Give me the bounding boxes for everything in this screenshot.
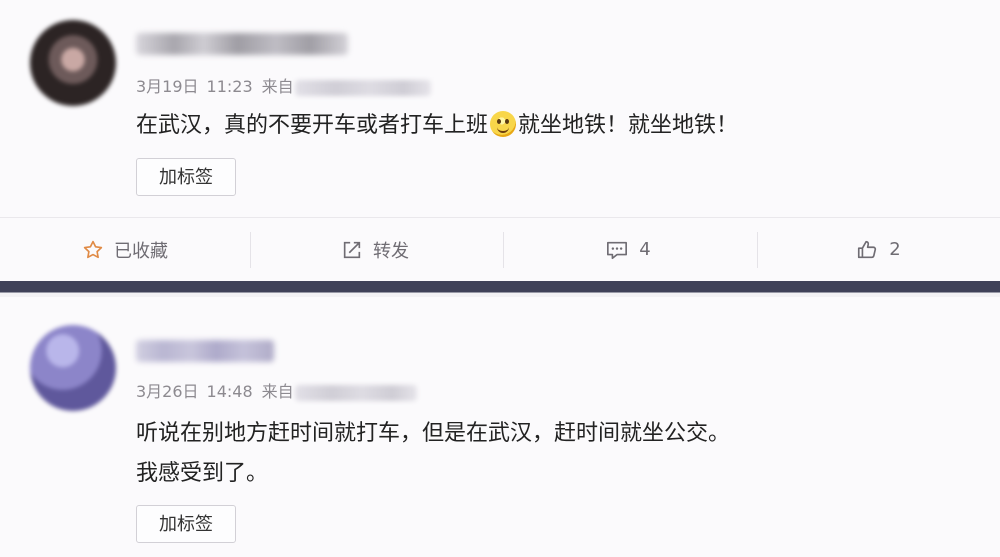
smile-emoji-icon [490,111,517,137]
section-separator [0,281,1000,297]
source-label: 来自 [261,77,294,96]
add-tag-button[interactable]: 加标签 [136,158,236,196]
star-outline-icon [82,239,104,261]
comment-count: 4 [639,239,651,260]
repost-label: 转发 [373,240,409,262]
post-time: 14:48 [206,382,253,401]
post-text-line-1: 听说在别地方赶时间就打车，但是在武汉，赶时间就坐公交。 [136,421,731,446]
post-text-part-2: 就坐地铁！就坐地铁！ [518,113,739,138]
post-action-bar: 已收藏 转发 4 2 [0,217,1000,281]
post-content: 听说在别地方赶时间就打车，但是在武汉，赶时间就坐公交。 我感受到了。 [136,414,956,494]
comment-icon [605,239,629,261]
post-text-part-1: 在武汉，真的不要开车或者打车上班 [136,113,489,138]
post-card: 3月19日 11:23 来自 在武汉，真的不要开车或者打车上班 就坐地铁！就坐地铁！ … [0,0,1000,217]
favorite-label: 已收藏 [114,240,168,262]
like-button[interactable]: 2 [753,218,1000,281]
post-time: 11:23 [206,77,253,96]
username-blurred[interactable] [136,340,274,362]
post-meta: 3月19日 11:23 来自 [136,76,431,98]
username-blurred[interactable] [136,33,348,55]
post-card: 3月26日 14:48 来自 听说在别地方赶时间就打车，但是在武汉，赶时间就坐公交。… [0,297,1000,557]
post-date: 3月19日 [136,77,199,96]
like-count: 2 [889,239,901,260]
post-meta: 3月26日 14:48 来自 [136,381,417,403]
post-text-line-2: 我感受到了。 [136,461,269,486]
repost-button[interactable]: 转发 [250,218,500,281]
source-blurred [294,79,431,96]
favorite-button[interactable]: 已收藏 [0,218,250,281]
user-avatar[interactable] [30,325,116,411]
post-content: 在武汉，真的不要开车或者打车上班 就坐地铁！就坐地铁！ [136,106,956,146]
source-label: 来自 [261,382,294,401]
share-icon [341,239,363,261]
source-blurred [294,384,417,401]
thumbs-up-icon [855,239,879,261]
comment-button[interactable]: 4 [503,218,753,281]
add-tag-button[interactable]: 加标签 [136,505,236,543]
user-avatar[interactable] [30,20,116,106]
post-date: 3月26日 [136,382,199,401]
